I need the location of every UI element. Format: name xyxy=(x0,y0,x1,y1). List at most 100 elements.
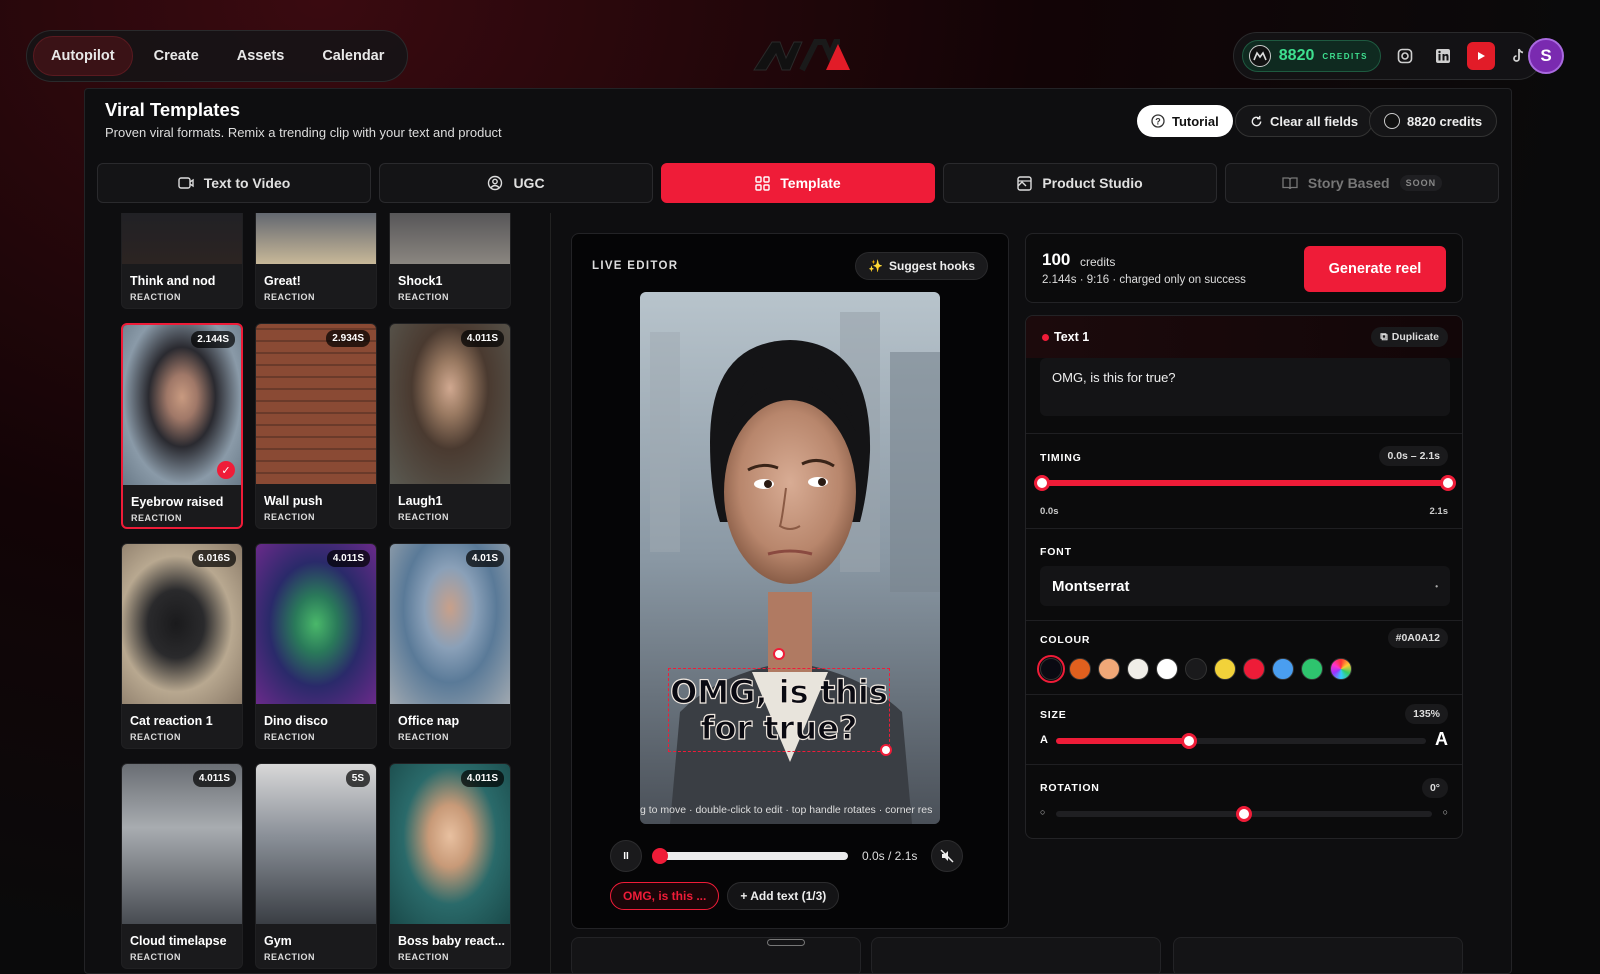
duplicate-button[interactable]: ⧉ Duplicate xyxy=(1371,327,1448,347)
template-thumbnail xyxy=(122,764,242,924)
sparkle-icon: ✨ xyxy=(868,259,883,273)
template-card[interactable]: Think and nod REACTION xyxy=(121,213,243,309)
text-layer-chip[interactable]: OMG, is this ... xyxy=(610,882,720,910)
size-handle[interactable] xyxy=(1181,733,1198,749)
duration-badge: 6.016S xyxy=(192,550,236,567)
timeline-scrubber[interactable] xyxy=(652,848,848,864)
credits-button[interactable]: 8820 credits xyxy=(1369,105,1498,137)
colour-swatch[interactable] xyxy=(1127,658,1149,680)
template-card-selected[interactable]: 2.144S ✓ Eyebrow raised REACTION xyxy=(121,323,243,529)
brand-logo[interactable] xyxy=(750,36,854,74)
timing-slider[interactable] xyxy=(1034,475,1456,491)
template-thumbnail xyxy=(122,213,242,264)
editor-hint: g to move · double-click to edit · top h… xyxy=(640,804,933,816)
colour-swatch[interactable] xyxy=(1214,658,1236,680)
credits-button-label: 8820 credits xyxy=(1407,113,1483,129)
check-icon: ✓ xyxy=(217,461,235,479)
mode-tabs: Text to Video UGC Template Product Studi… xyxy=(97,163,1499,203)
template-name: Cat reaction 1 xyxy=(130,714,213,728)
divider xyxy=(1026,433,1462,434)
refresh-icon xyxy=(1251,115,1262,126)
resize-handle[interactable] xyxy=(880,744,892,756)
credits-label: CREDITS xyxy=(1322,51,1368,61)
duration-badge: 4.011S xyxy=(460,770,504,787)
template-card[interactable]: 6.016S Cat reaction 1 REACTION xyxy=(121,543,243,749)
colour-swatch[interactable] xyxy=(1185,658,1207,680)
divider xyxy=(1026,694,1462,695)
template-card[interactable]: 4.011S Cloud timelapse REACTION xyxy=(121,763,243,969)
youtube-icon[interactable] xyxy=(1467,42,1495,70)
instagram-icon[interactable] xyxy=(1391,42,1419,70)
text-overlay-box[interactable]: OMG, is this for true? xyxy=(668,668,890,752)
linkedin-icon[interactable] xyxy=(1429,42,1457,70)
colour-swatch[interactable] xyxy=(1272,658,1294,680)
suggest-hooks-label: Suggest hooks xyxy=(888,259,975,273)
live-editor: LIVE EDITOR ✨ Suggest hooks OMG, is this… xyxy=(571,233,1009,929)
rotation-handle[interactable] xyxy=(1236,806,1252,822)
tab-ugc[interactable]: UGC xyxy=(379,163,653,203)
template-card[interactable]: 4.011S Dino disco REACTION xyxy=(255,543,377,749)
template-card[interactable]: Shock1 REACTION xyxy=(389,213,511,309)
cost-unit: credits xyxy=(1080,255,1116,269)
layer-dot-icon xyxy=(1042,334,1049,341)
tab-template[interactable]: Template xyxy=(661,163,935,203)
timing-end-handle[interactable] xyxy=(1440,475,1456,491)
tab-label: UGC xyxy=(513,175,545,191)
nav-create[interactable]: Create xyxy=(137,37,216,75)
account-bar: 8820 CREDITS xyxy=(1232,32,1542,80)
template-thumbnail xyxy=(256,544,376,704)
template-card[interactable]: 4.01S Office nap REACTION xyxy=(389,543,511,749)
mute-icon[interactable] xyxy=(931,840,964,872)
credits-pill[interactable]: 8820 CREDITS xyxy=(1241,40,1381,72)
tab-label: Story Based xyxy=(1307,175,1390,191)
colour-swatch[interactable] xyxy=(1037,655,1065,683)
size-small-icon: A xyxy=(1040,734,1048,746)
template-thumbnail xyxy=(390,544,510,704)
size-slider[interactable] xyxy=(1056,733,1426,749)
font-select[interactable]: Montserrat • xyxy=(1040,566,1450,606)
colour-swatch[interactable] xyxy=(1330,658,1352,680)
colour-swatch[interactable] xyxy=(1301,658,1323,680)
add-text-button[interactable]: + Add text (1/3) xyxy=(727,882,840,910)
template-thumbnail xyxy=(256,213,376,264)
colour-swatch[interactable] xyxy=(1069,658,1091,680)
template-card[interactable]: 5S Gym REACTION xyxy=(255,763,377,969)
nav-autopilot[interactable]: Autopilot xyxy=(33,36,133,76)
template-gallery[interactable]: Think and nod REACTION Great! REACTION S… xyxy=(85,213,551,973)
template-card[interactable]: 2.934S Wall push REACTION xyxy=(255,323,377,529)
page-title: Viral Templates xyxy=(105,99,241,120)
rotation-slider[interactable] xyxy=(1056,806,1432,822)
nav-assets[interactable]: Assets xyxy=(220,37,302,75)
colour-swatch[interactable] xyxy=(1098,658,1120,680)
drag-handle[interactable] xyxy=(767,939,805,946)
text-layer-title: Text 1 xyxy=(1054,330,1090,344)
colour-swatch[interactable] xyxy=(1243,658,1265,680)
pause-icon[interactable]: II xyxy=(610,840,642,872)
tab-product-studio[interactable]: Product Studio xyxy=(943,163,1217,203)
size-large-icon: A xyxy=(1435,729,1448,749)
text-layer-header: Text 1 ⧉ Duplicate xyxy=(1026,316,1462,358)
nav-calendar[interactable]: Calendar xyxy=(305,37,401,75)
suggest-hooks-button[interactable]: ✨ Suggest hooks xyxy=(855,252,988,280)
tab-story-based[interactable]: Story Based SOON xyxy=(1225,163,1499,203)
timing-start-handle[interactable] xyxy=(1034,475,1050,491)
clear-all-fields-button[interactable]: Clear all fields xyxy=(1235,105,1374,137)
tab-text-to-video[interactable]: Text to Video xyxy=(97,163,371,203)
user-avatar[interactable]: S xyxy=(1528,38,1564,74)
video-preview[interactable]: OMG, is this for true? g to move · doubl… xyxy=(640,292,940,824)
generate-reel-button[interactable]: Generate reel xyxy=(1304,246,1446,292)
tutorial-button[interactable]: ? Tutorial xyxy=(1137,105,1233,137)
rotate-handle[interactable] xyxy=(773,648,785,660)
text-overlay[interactable]: OMG, is this for true? xyxy=(669,673,888,746)
colour-swatch[interactable] xyxy=(1156,658,1178,680)
template-card[interactable]: 4.011S Laugh1 REACTION xyxy=(389,323,511,529)
duration-badge: 4.011S xyxy=(192,770,236,787)
svg-text:?: ? xyxy=(1155,117,1161,127)
scrubber-knob[interactable] xyxy=(652,848,668,864)
video-icon xyxy=(177,177,194,189)
credits-logo-icon xyxy=(1384,113,1400,129)
text-input[interactable]: OMG, is this for true? xyxy=(1040,358,1450,416)
template-card[interactable]: Great! REACTION xyxy=(255,213,377,309)
duration-badge: 5S xyxy=(345,770,370,787)
template-card[interactable]: 4.011S Boss baby react... REACTION xyxy=(389,763,511,969)
